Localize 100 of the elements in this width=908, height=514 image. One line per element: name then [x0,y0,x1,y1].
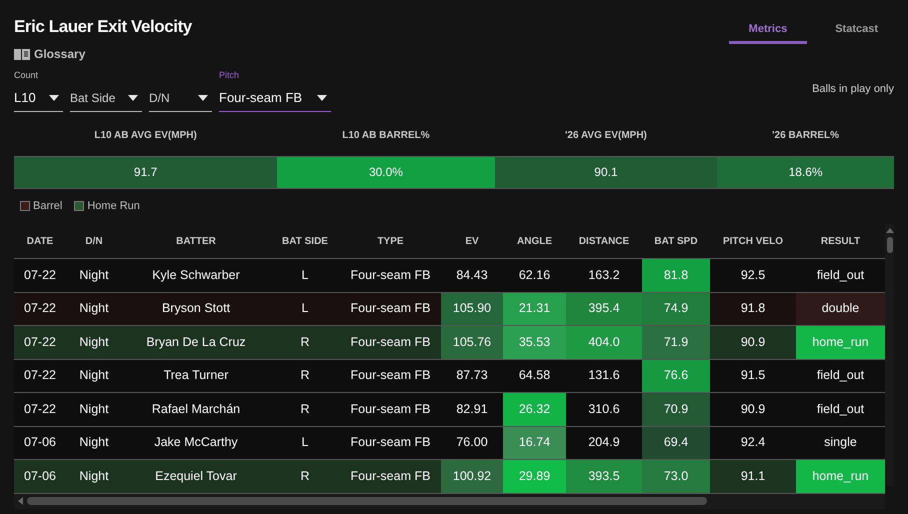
horizontal-scrollbar[interactable] [14,494,885,508]
column-header[interactable]: EV [441,234,503,248]
table-cell: 26.32 [503,393,566,426]
column-header[interactable]: DISTANCE [566,234,642,248]
column-header[interactable]: BAT SPD [642,234,710,248]
table-cell: home_run [796,460,885,492]
table-cell-text: Kyle Schwarber [151,266,241,284]
column-header[interactable]: DATE [14,234,66,248]
table-cell-text: Rafael Marchán [150,400,242,418]
table-cell-text: 91.8 [740,300,766,318]
table-cell-text: field_out [816,400,866,418]
column-header[interactable]: TYPE [340,234,441,248]
table-cell-text: single [823,434,858,452]
balls-in-play-note: Balls in play only [812,82,894,97]
table-cell-text: 82.91 [455,400,489,418]
table-cell: 74.9 [642,292,710,325]
table-cell-text: 07-22 [23,300,57,318]
table-cell-text: L [300,266,310,284]
column-header[interactable]: BATTER [122,234,270,248]
dropdown-caret-icon [128,95,138,101]
tab[interactable]: Statcast [825,18,888,44]
table-cell-text: 92.4 [740,434,766,452]
column-header[interactable]: PITCH VELO [710,234,796,248]
table-cell: 404.0 [566,326,642,358]
table-cell-text: Night [78,400,110,418]
table-cell-text: Four-seam FB [350,300,432,318]
filter-dropdown[interactable]: Bat Side [70,86,142,112]
table-cell-text: 64.58 [518,367,552,384]
table-cell-text: Bryan De La Cruz [145,334,247,351]
table-cell-text: 07-06 [23,434,57,452]
table-cell: 21.31 [503,292,566,325]
table-cell-text: Four-seam FB [350,468,432,485]
dropdown-caret-icon [317,95,327,101]
legend-label: Home Run [87,198,140,214]
table-cell: 100.92 [441,460,503,492]
table-cell-text: 91.5 [740,367,766,384]
stat-header: '26 AVG EV(MPH) [565,130,647,140]
column-header[interactable]: RESULT [796,234,885,248]
table-cell: 76.6 [642,360,710,392]
table-cell-text: 07-22 [23,400,57,418]
table-cell: 393.5 [566,460,642,492]
table-cell-text: 62.16 [518,266,552,284]
stat-value-cell: 30.0% [277,156,495,188]
table-cell: 70.9 [642,393,710,426]
table-cell-text: Jake McCarthy [153,434,239,452]
table-cell-text: Night [78,266,110,284]
stat-value-cell: 91.7 [14,156,278,188]
table-cell-text: Night [78,334,110,351]
scrollbar-thumb[interactable] [886,237,892,253]
table-cell-text: R [299,400,311,418]
stat-header: L10 AB BARREL% [342,130,430,140]
glossary-link[interactable]: Glossary [34,45,86,63]
dropdown-caret-icon [198,95,208,101]
table-cell-text: 07-22 [23,334,57,351]
table-cell-text: L [300,434,310,452]
dropdown-caret-icon [49,95,59,101]
table-cell: 71.9 [642,326,710,358]
column-header[interactable]: D/N [66,234,122,248]
table-cell-text: 310.6 [587,400,621,418]
table-cell-text: Night [78,367,110,384]
column-header[interactable]: BAT SIDE [270,234,340,248]
table-cell-text: R [299,334,311,351]
table-cell-text: 76.00 [455,434,489,452]
table-cell-text: R [299,367,311,384]
table-cell: 81.8 [642,259,710,292]
scroll-left-arrow-icon[interactable] [18,497,23,505]
table-cell-text: 91.1 [740,468,766,485]
filter-dropdown[interactable]: L10 [14,86,63,112]
table-cell-text: 163.2 [587,266,621,284]
table-cell-text: 90.9 [740,334,766,351]
table-cell: 395.4 [566,292,642,325]
table-cell-text: 84.43 [455,266,489,284]
filter-dropdown[interactable]: Four-seam FB [219,86,331,112]
table-cell-text: 07-06 [23,468,57,485]
filter-dropdown[interactable]: D/N [149,86,212,112]
table-cell: double [796,292,885,325]
table-cell-text: Four-seam FB [350,367,432,384]
vertical-scrollbar[interactable] [885,224,894,486]
tab[interactable]: Metrics [728,18,808,44]
table-cell-text: 92.5 [740,266,766,284]
stat-header: L10 AB AVG EV(MPH) [94,130,197,140]
table-cell-text: Night [78,468,110,485]
table-cell: 69.4 [642,426,710,459]
table-cell-text: 07-22 [23,367,57,384]
table-cell-text: Four-seam FB [350,400,432,418]
table-cell-text: 87.73 [455,367,489,384]
table-cell-text: 07-22 [23,266,57,284]
stat-value-cell: 18.6% [717,156,894,188]
page-title: Eric Lauer Exit Velocity [14,16,192,38]
table-cell-text: Trea Turner [162,367,230,384]
table-cell-text: 131.6 [587,367,621,384]
table-cell-text: Ezequiel Tovar [154,468,238,485]
scroll-up-arrow-icon[interactable] [886,228,894,233]
book-icon [14,48,30,60]
table-cell-text: L [300,300,310,318]
stat-value-cell: 90.1 [494,156,718,188]
stat-header: '26 BARREL% [772,130,840,140]
table-cell-text: 204.9 [587,434,621,452]
table-cell-text: 90.9 [740,400,766,418]
column-header[interactable]: ANGLE [503,234,566,248]
